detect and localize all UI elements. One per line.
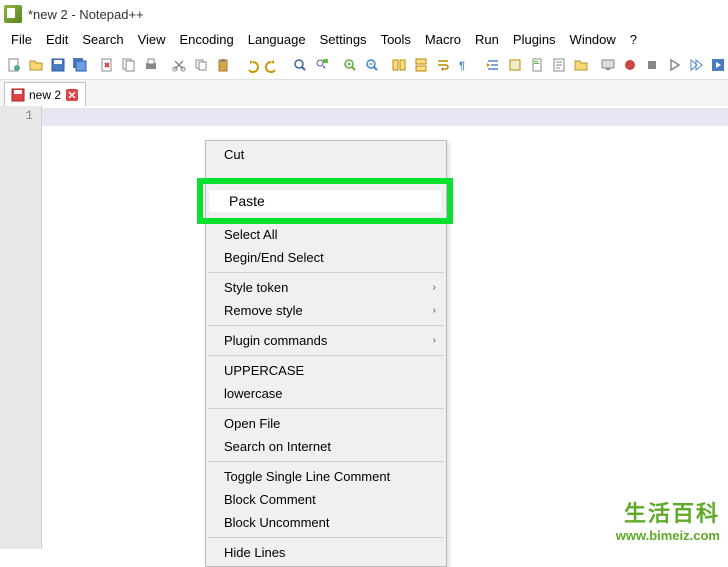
ctx-open-file[interactable]: Open File: [206, 412, 446, 435]
menubar: File Edit Search View Encoding Language …: [0, 28, 728, 50]
tab-new2[interactable]: new 2: [4, 82, 86, 106]
save-all-icon[interactable]: [70, 54, 90, 76]
chevron-right-icon: ›: [433, 335, 436, 346]
separator: [208, 272, 444, 273]
new-file-icon[interactable]: [4, 54, 24, 76]
ctx-search-internet[interactable]: Search on Internet: [206, 435, 446, 458]
ctx-style-token[interactable]: Style token›: [206, 276, 446, 299]
show-all-icon[interactable]: ¶: [455, 54, 475, 76]
find-icon[interactable]: [290, 54, 310, 76]
undo-icon[interactable]: [241, 54, 261, 76]
menu-search[interactable]: Search: [75, 30, 130, 49]
menu-macro[interactable]: Macro: [418, 30, 468, 49]
copy-icon[interactable]: [191, 54, 211, 76]
separator: [208, 325, 444, 326]
menu-run[interactable]: Run: [468, 30, 506, 49]
cut-icon[interactable]: [169, 54, 189, 76]
close-icon[interactable]: [98, 54, 118, 76]
open-file-icon[interactable]: [26, 54, 46, 76]
ctx-cut[interactable]: Cut: [206, 143, 446, 166]
play-multi-icon[interactable]: [686, 54, 706, 76]
tab-bar: new 2: [0, 80, 728, 106]
toolbar: ¶: [0, 50, 728, 80]
menu-view[interactable]: View: [131, 30, 173, 49]
monitor-icon[interactable]: [598, 54, 618, 76]
titlebar: *new 2 - Notepad++: [0, 0, 728, 28]
svg-text:¶: ¶: [459, 60, 465, 72]
window-title: *new 2 - Notepad++: [28, 7, 144, 22]
menu-help[interactable]: ?: [623, 30, 644, 49]
context-menu: Cut Select All Begin/End Select Style to…: [205, 140, 447, 567]
separator: [208, 461, 444, 462]
tab-unsaved-icon: [11, 88, 25, 102]
ctx-remove-style[interactable]: Remove style›: [206, 299, 446, 322]
ctx-uppercase[interactable]: UPPERCASE: [206, 359, 446, 382]
watermark-text: 生活百科: [616, 496, 720, 528]
func-list-icon[interactable]: [549, 54, 569, 76]
tab-label: new 2: [29, 88, 61, 102]
save-icon[interactable]: [48, 54, 68, 76]
ctx-select-all[interactable]: Select All: [206, 223, 446, 246]
paste-icon[interactable]: [213, 54, 233, 76]
current-line-highlight: [42, 108, 728, 126]
separator: [208, 219, 444, 220]
ctx-lowercase[interactable]: lowercase: [206, 382, 446, 405]
separator: [208, 408, 444, 409]
play-icon[interactable]: [664, 54, 684, 76]
zoom-in-icon[interactable]: [340, 54, 360, 76]
wrap-icon[interactable]: [433, 54, 453, 76]
menu-language[interactable]: Language: [241, 30, 313, 49]
separator: [208, 355, 444, 356]
print-icon[interactable]: [141, 54, 161, 76]
close-all-icon[interactable]: [119, 54, 139, 76]
menu-tools[interactable]: Tools: [374, 30, 418, 49]
indent-icon[interactable]: [483, 54, 503, 76]
app-icon: [4, 5, 22, 23]
separator: [208, 537, 444, 538]
folder-icon[interactable]: [571, 54, 591, 76]
menu-settings[interactable]: Settings: [313, 30, 374, 49]
redo-icon[interactable]: [263, 54, 283, 76]
ctx-toggle-comment[interactable]: Toggle Single Line Comment: [206, 465, 446, 488]
ctx-block-comment[interactable]: Block Comment: [206, 488, 446, 511]
ctx-block-uncomment[interactable]: Block Uncomment: [206, 511, 446, 534]
ctx-begin-end-select[interactable]: Begin/End Select: [206, 246, 446, 269]
doc-map-icon[interactable]: [527, 54, 547, 76]
replace-icon[interactable]: [312, 54, 332, 76]
ctx-plugin-commands[interactable]: Plugin commands›: [206, 329, 446, 352]
chevron-right-icon: ›: [433, 282, 436, 293]
menu-window[interactable]: Window: [563, 30, 623, 49]
record-icon[interactable]: [620, 54, 640, 76]
stop-icon[interactable]: [642, 54, 662, 76]
chevron-right-icon: ›: [433, 305, 436, 316]
menu-encoding[interactable]: Encoding: [173, 30, 241, 49]
menu-file[interactable]: File: [4, 30, 39, 49]
sync-h-icon[interactable]: [411, 54, 431, 76]
line-number: 1: [0, 108, 41, 123]
save-macro-icon[interactable]: [708, 54, 728, 76]
sync-v-icon[interactable]: [389, 54, 409, 76]
watermark: 生活百科 www.bimeiz.com: [616, 496, 720, 543]
userdef-icon[interactable]: [505, 54, 525, 76]
gutter: 1: [0, 106, 42, 549]
tab-close-icon[interactable]: [65, 88, 79, 102]
watermark-url: www.bimeiz.com: [616, 528, 720, 543]
menu-plugins[interactable]: Plugins: [506, 30, 563, 49]
ctx-hide-lines[interactable]: Hide Lines: [206, 541, 446, 564]
zoom-out-icon[interactable]: [362, 54, 382, 76]
menu-edit[interactable]: Edit: [39, 30, 75, 49]
